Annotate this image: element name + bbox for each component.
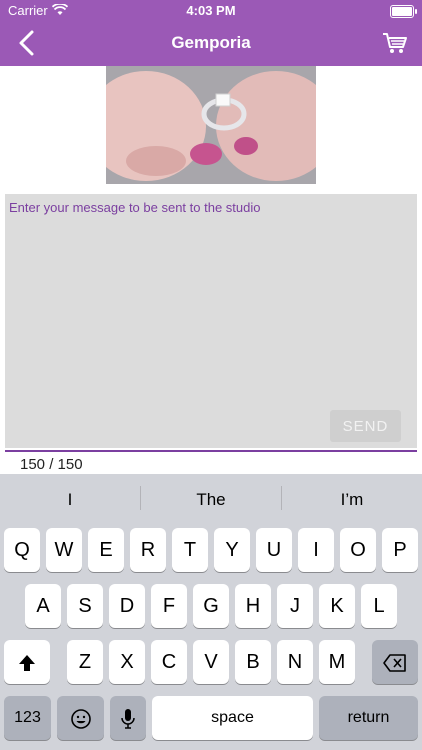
character-counter: 150 / 150 bbox=[20, 456, 83, 473]
key-q[interactable]: Q bbox=[4, 528, 40, 572]
key-o[interactable]: O bbox=[340, 528, 376, 572]
key-d[interactable]: D bbox=[109, 584, 145, 628]
key-i[interactable]: I bbox=[298, 528, 334, 572]
key-y[interactable]: Y bbox=[214, 528, 250, 572]
delete-key[interactable] bbox=[372, 640, 418, 684]
key-n[interactable]: N bbox=[277, 640, 313, 684]
emoji-icon bbox=[70, 708, 91, 729]
nav-header: Carrier 4:03 PM Gemporia bbox=[0, 0, 422, 66]
cart-icon bbox=[383, 33, 407, 53]
suggestion-2[interactable]: The bbox=[141, 490, 281, 510]
return-key[interactable]: return bbox=[319, 696, 418, 740]
numbers-key[interactable]: 123 bbox=[4, 696, 51, 740]
key-j[interactable]: J bbox=[277, 584, 313, 628]
suggestion-3[interactable]: I’m bbox=[282, 490, 422, 510]
key-m[interactable]: M bbox=[319, 640, 355, 684]
key-r[interactable]: R bbox=[130, 528, 166, 572]
key-h[interactable]: H bbox=[235, 584, 271, 628]
key-g[interactable]: G bbox=[193, 584, 229, 628]
microphone-icon bbox=[121, 708, 135, 729]
message-box: SEND bbox=[5, 194, 417, 448]
key-e[interactable]: E bbox=[88, 528, 124, 572]
key-v[interactable]: V bbox=[193, 640, 229, 684]
key-a[interactable]: A bbox=[25, 584, 61, 628]
suggestion-1[interactable]: I bbox=[0, 490, 140, 510]
emoji-key[interactable] bbox=[57, 696, 104, 740]
suggestion-bar: I The I’m bbox=[0, 474, 422, 524]
dictation-key[interactable] bbox=[110, 696, 146, 740]
backspace-icon bbox=[383, 653, 406, 672]
live-video[interactable] bbox=[106, 66, 316, 184]
key-p[interactable]: P bbox=[382, 528, 418, 572]
status-time: 4:03 PM bbox=[186, 3, 236, 18]
battery-icon bbox=[390, 5, 417, 18]
send-button[interactable]: SEND bbox=[330, 410, 401, 442]
key-w[interactable]: W bbox=[46, 528, 82, 572]
shift-icon bbox=[19, 654, 35, 671]
key-b[interactable]: B bbox=[235, 640, 271, 684]
key-l[interactable]: L bbox=[361, 584, 397, 628]
key-s[interactable]: S bbox=[67, 584, 103, 628]
message-input[interactable] bbox=[5, 194, 417, 406]
cart-button[interactable] bbox=[382, 30, 408, 56]
key-f[interactable]: F bbox=[151, 584, 187, 628]
page-title: Gemporia bbox=[171, 33, 251, 52]
input-underline bbox=[5, 450, 417, 452]
key-z[interactable]: Z bbox=[67, 640, 103, 684]
key-k[interactable]: K bbox=[319, 584, 355, 628]
status-bar: Carrier 4:03 PM bbox=[0, 0, 422, 22]
key-t[interactable]: T bbox=[172, 528, 208, 572]
key-u[interactable]: U bbox=[256, 528, 292, 572]
keyboard: I The I’m Q W E R T Y U I O P A S D F G … bbox=[0, 474, 422, 750]
key-c[interactable]: C bbox=[151, 640, 187, 684]
key-x[interactable]: X bbox=[109, 640, 145, 684]
space-key[interactable]: space bbox=[152, 696, 313, 740]
shift-key[interactable] bbox=[4, 640, 50, 684]
